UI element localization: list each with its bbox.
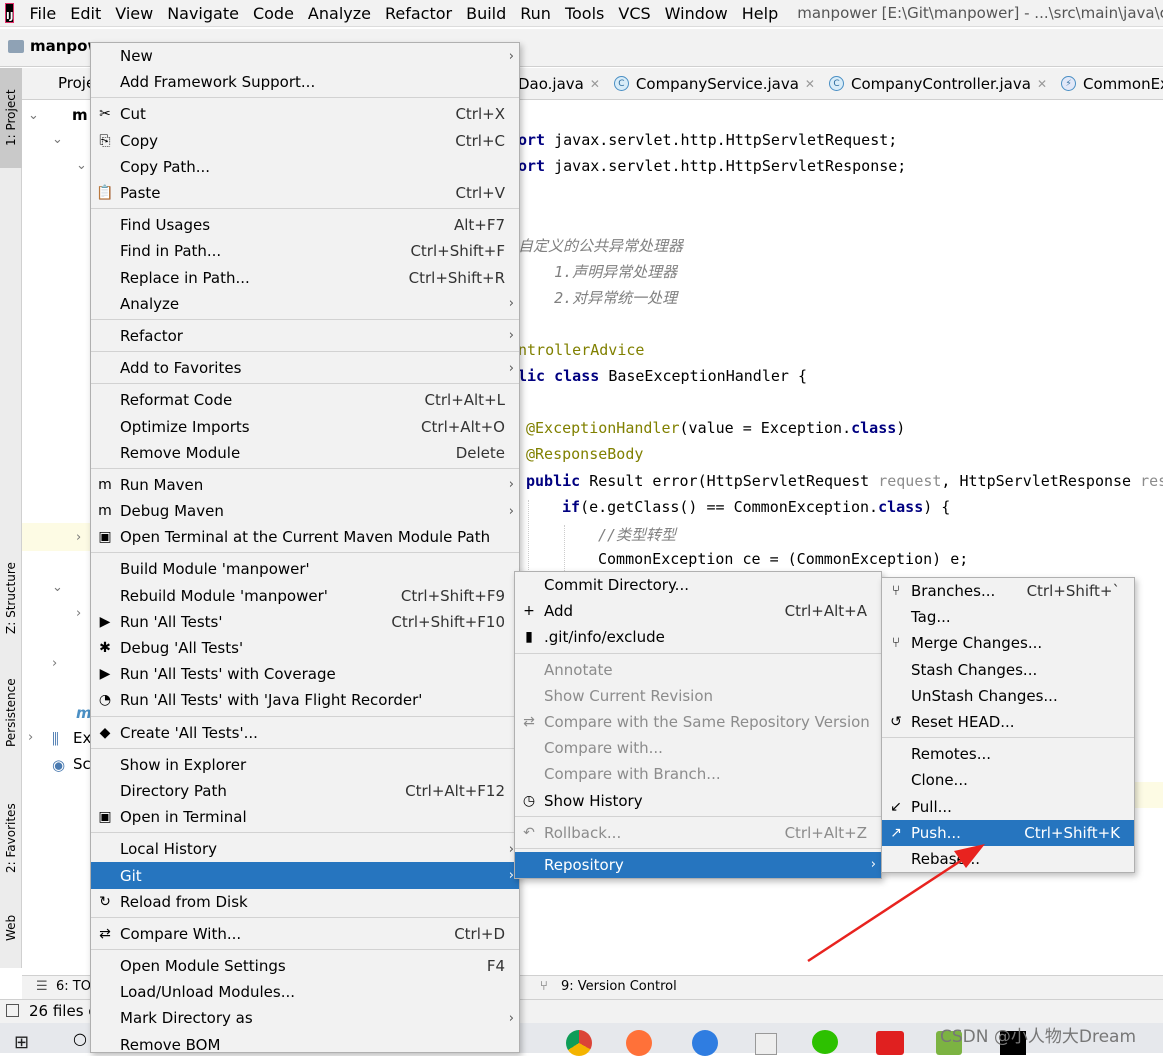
annotation-arrow — [807, 844, 985, 963]
annotation-arrow-head — [954, 844, 985, 868]
annotation-arrow-line — [807, 856, 966, 963]
